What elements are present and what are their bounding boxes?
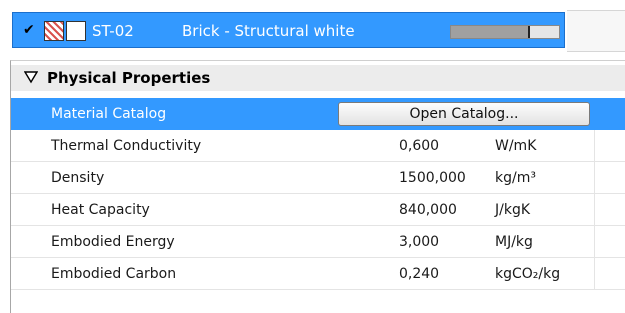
properties-panel: Physical Properties Material Catalog Ope… bbox=[10, 60, 625, 313]
checkmark-icon: ✔ bbox=[23, 22, 35, 38]
property-list: Material Catalog Open Catalog... Thermal… bbox=[11, 98, 625, 290]
material-selector[interactable]: ✔ ST-02 Brick - Structural white bbox=[12, 12, 565, 48]
fill-color-swatch-icon bbox=[66, 21, 86, 41]
property-value[interactable]: 0,600 bbox=[399, 137, 439, 155]
property-value[interactable]: 1500,000 bbox=[399, 169, 466, 187]
property-value[interactable]: 840,000 bbox=[399, 201, 457, 219]
property-unit: kgCO₂/kg bbox=[495, 266, 561, 282]
property-label: Density bbox=[51, 170, 105, 186]
property-unit: W/mK bbox=[495, 138, 537, 154]
property-unit: MJ/kg bbox=[495, 234, 533, 250]
adjacent-panel-edge bbox=[567, 10, 625, 52]
column-divider bbox=[594, 162, 595, 193]
property-row-embodied-carbon[interactable]: Embodied Carbon 0,240 kgCO₂/kg bbox=[11, 258, 625, 290]
column-divider bbox=[594, 226, 595, 257]
material-fill-level bbox=[451, 26, 529, 38]
property-label: Embodied Energy bbox=[51, 234, 175, 250]
property-label: Thermal Conductivity bbox=[51, 138, 202, 154]
material-name: Brick - Structural white bbox=[182, 22, 355, 40]
material-fill-marker bbox=[527, 26, 530, 38]
open-catalog-button[interactable]: Open Catalog... bbox=[338, 102, 590, 126]
triangle-down-icon[interactable] bbox=[24, 70, 38, 84]
column-divider bbox=[594, 258, 595, 289]
column-divider bbox=[594, 194, 595, 225]
property-value[interactable]: 0,240 bbox=[399, 265, 439, 283]
column-divider bbox=[594, 130, 595, 161]
property-row-embodied-energy[interactable]: Embodied Energy 3,000 MJ/kg bbox=[11, 226, 625, 258]
property-label: Material Catalog bbox=[51, 106, 167, 122]
property-row-thermal-conductivity[interactable]: Thermal Conductivity 0,600 W/mK bbox=[11, 130, 625, 162]
property-label: Embodied Carbon bbox=[51, 266, 177, 282]
property-label: Heat Capacity bbox=[51, 202, 150, 218]
hatch-pattern-swatch-icon bbox=[44, 21, 64, 41]
material-fill-preview bbox=[450, 25, 560, 39]
property-row-material-catalog[interactable]: Material Catalog Open Catalog... bbox=[11, 98, 625, 130]
section-title: Physical Properties bbox=[47, 69, 211, 87]
property-unit: J/kgK bbox=[495, 202, 531, 218]
property-unit: kg/m³ bbox=[495, 170, 536, 186]
property-row-heat-capacity[interactable]: Heat Capacity 840,000 J/kgK bbox=[11, 194, 625, 226]
property-row-density[interactable]: Density 1500,000 kg/m³ bbox=[11, 162, 625, 194]
section-header-physical-properties[interactable]: Physical Properties bbox=[11, 65, 625, 91]
material-code: ST-02 bbox=[92, 22, 134, 40]
property-value[interactable]: 3,000 bbox=[399, 233, 439, 251]
